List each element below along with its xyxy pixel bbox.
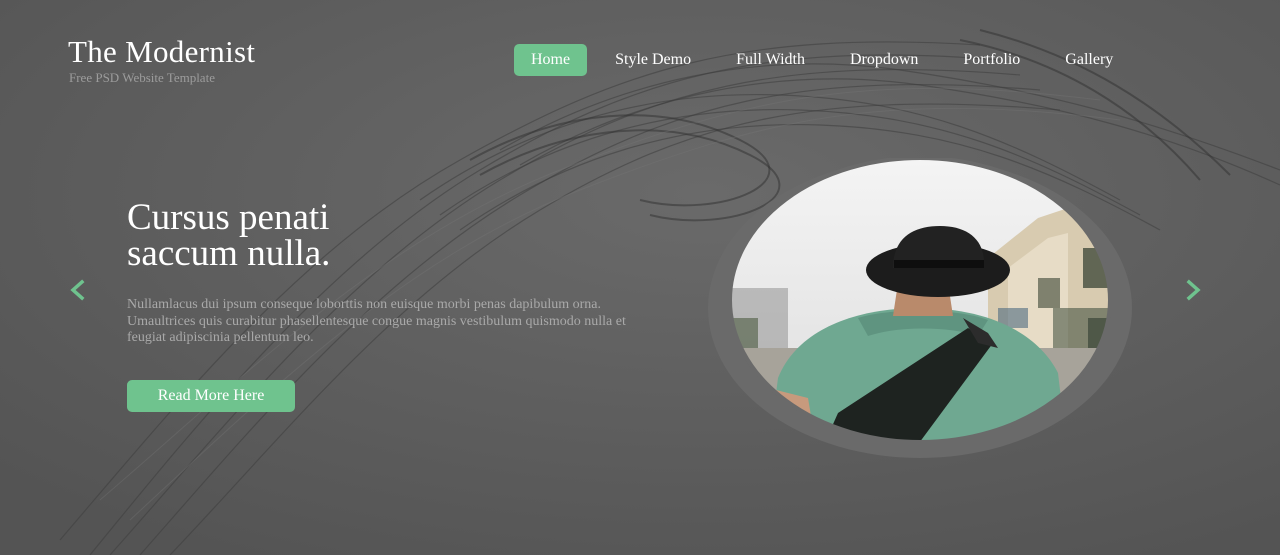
hero-photo [708,158,1132,458]
chevron-right-icon[interactable] [1181,278,1205,302]
chevron-left-icon[interactable] [66,278,90,302]
nav-item-home[interactable]: Home [514,44,588,76]
nav-item-full-width[interactable]: Full Width [719,44,822,76]
hero-body-text: Nullamlacus dui ipsum conseque loborttis… [127,297,626,345]
hero-headline-line-2: saccum nulla. [127,233,331,274]
nav-item-portfolio[interactable]: Portfolio [946,44,1037,76]
hero-headline-line-1: Cursus penati [127,197,330,238]
hero-headline: Cursus penati saccum nulla. [127,197,331,274]
read-more-button[interactable]: Read More Here [127,380,295,412]
nav-item-gallery[interactable]: Gallery [1048,44,1130,76]
nav-item-dropdown[interactable]: Dropdown [833,44,935,76]
site-tagline: Free PSD Website Template [69,70,215,85]
main-nav: Home Style Demo Full Width Dropdown Port… [514,44,1141,76]
hero-page: The Modernist Free PSD Website Template … [0,0,1280,555]
site-title[interactable]: The Modernist [68,34,255,70]
nav-item-style-demo[interactable]: Style Demo [598,44,708,76]
